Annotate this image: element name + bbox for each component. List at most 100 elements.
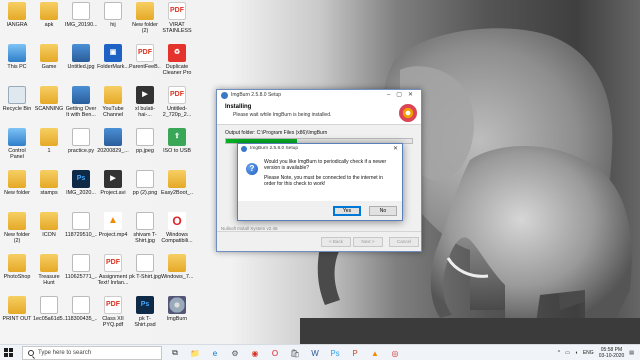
doc-icon bbox=[72, 2, 90, 20]
desktop-icon[interactable]: YouTube Channel Log... bbox=[97, 86, 129, 118]
vlc-icon[interactable]: ▲ bbox=[368, 347, 382, 359]
window-controls[interactable]: –▢✕ bbox=[387, 90, 419, 101]
desktop-icon[interactable]: Game bbox=[33, 44, 65, 70]
desktop-icon-label: Windows Compatibili... bbox=[161, 232, 193, 244]
desktop-icon[interactable]: PDF Assignment Text! Inrlan... bbox=[97, 254, 129, 286]
desktop-icon[interactable]: ▶ Project.avi bbox=[97, 170, 129, 196]
tray-chevron-icon[interactable]: ^ bbox=[558, 350, 560, 356]
question-icon: ? bbox=[246, 163, 258, 175]
desktop-icon[interactable]: Ps pk T-Shirt.psd bbox=[129, 296, 161, 328]
green-icon: ⇪ bbox=[168, 128, 186, 146]
desktop-icon-label: ImgBurn bbox=[166, 316, 188, 322]
desktop-icon[interactable]: practice.py bbox=[65, 128, 97, 154]
desktop-icon[interactable]: pp (2).png bbox=[129, 170, 161, 196]
desktop-icon[interactable]: PhotoShop bbox=[1, 254, 33, 280]
desktop-icon[interactable]: PDF VIRAT STAINLESS I... bbox=[161, 2, 193, 34]
imgburn-icon[interactable]: ◎ bbox=[388, 347, 402, 359]
desktop-icon[interactable]: 1 bbox=[33, 128, 65, 154]
word-icon[interactable]: W bbox=[308, 347, 322, 359]
setup-titlebar[interactable]: ImgBurn 2.5.8.0 Setup –▢✕ bbox=[217, 90, 421, 101]
desktop-icon[interactable]: ▲ Project.mp4 bbox=[97, 212, 129, 238]
chrome-icon[interactable]: ◉ bbox=[248, 347, 262, 359]
desktop-icon[interactable]: shivam T-Shirt.jpg bbox=[129, 212, 161, 244]
no-button[interactable]: No bbox=[369, 206, 397, 216]
volume-icon[interactable]: ◖ bbox=[575, 350, 578, 356]
desktop-icon[interactable]: PRINT OUT bbox=[1, 296, 33, 322]
desktop-icon[interactable]: Recycle Bin bbox=[1, 86, 33, 112]
desktop-icon[interactable]: 1ec05a61d5... bbox=[33, 296, 65, 322]
desktop-icon[interactable]: O Windows Compatibili... bbox=[161, 212, 193, 244]
desktop-icon[interactable]: Easy2Boot_... bbox=[161, 170, 193, 196]
desktop-icon-label: IANGRA bbox=[6, 22, 28, 28]
desktop-icon[interactable]: ♻ Duplicate Cleaner Pro bbox=[161, 44, 193, 76]
desktop-icon[interactable]: Treasure Hunt bbox=[33, 254, 65, 286]
cancel-button[interactable]: Cancel bbox=[389, 237, 419, 247]
windows-start-icon[interactable] bbox=[4, 348, 14, 358]
desktop-icon[interactable]: Control Panel bbox=[1, 128, 33, 160]
setup-header-subtitle: Please wait while ImgBurn is being insta… bbox=[233, 112, 332, 118]
desktop-icon[interactable]: IANGRA bbox=[1, 2, 33, 28]
desktop-icon[interactable]: hij bbox=[97, 2, 129, 28]
desktop-icon-label: Project.avi bbox=[100, 190, 126, 196]
desktop-icon[interactable]: ▣ FolderMark... bbox=[97, 44, 129, 70]
doc-icon bbox=[72, 212, 90, 230]
desktop-icon[interactable]: SCANNING bbox=[33, 86, 65, 112]
desktop-icon[interactable]: apk bbox=[33, 2, 65, 28]
desktop-icon[interactable]: IMG_20190... bbox=[65, 2, 97, 28]
folder-icon bbox=[40, 212, 58, 230]
desktop-icon[interactable]: 118300435_... bbox=[65, 296, 97, 322]
desktop-icon[interactable]: pp.jpeg bbox=[129, 128, 161, 154]
desktop-icon[interactable]: New folder (2) bbox=[1, 212, 33, 244]
file-explorer-icon[interactable]: 📁 bbox=[188, 347, 202, 359]
language-indicator[interactable]: ENG bbox=[583, 350, 594, 356]
desktop-icon[interactable]: stamps bbox=[33, 170, 65, 196]
disc-icon bbox=[168, 296, 186, 314]
desktop-icon[interactable]: New folder bbox=[1, 170, 33, 196]
store-icon[interactable]: 🛍 bbox=[288, 347, 302, 359]
desktop-icon[interactable]: Getting Over It with Ben... bbox=[65, 86, 97, 118]
settings-icon[interactable]: ⚙ bbox=[228, 347, 242, 359]
desktop-icon-label: pk T-Shirt.jpg bbox=[129, 274, 161, 280]
desktop-icon[interactable]: ImgBurn bbox=[161, 296, 193, 322]
desktop-icon-label: ICON bbox=[42, 232, 56, 238]
close-icon[interactable]: ✕ bbox=[393, 144, 398, 154]
desktop-icon[interactable]: 20200829_... bbox=[97, 128, 129, 154]
folder-icon bbox=[136, 2, 154, 20]
back-button[interactable]: < Back bbox=[321, 237, 351, 247]
dialog-titlebar[interactable]: ImgBurn 2.5.8.0 Setup ✕ bbox=[238, 144, 402, 154]
network-icon[interactable]: ▭ bbox=[565, 350, 570, 356]
desktop-icon[interactable]: PDF Class XII PYQ.pdf bbox=[97, 296, 129, 328]
desktop-icon[interactable]: pk T-Shirt.jpg bbox=[129, 254, 161, 280]
taskbar-search-box[interactable]: Type here to search bbox=[22, 346, 162, 360]
desktop-icon[interactable]: Windows_7... bbox=[161, 254, 193, 280]
edge-icon[interactable]: e bbox=[208, 347, 222, 359]
folder-icon bbox=[40, 44, 58, 62]
desktop-icon-label: 118729510_... bbox=[65, 232, 97, 238]
desktop-icon[interactable]: New folder (2) bbox=[129, 2, 161, 34]
desktop-icon-label: YouTube Channel Log... bbox=[102, 106, 124, 118]
desktop-icon[interactable]: ▶ xl bulati-hai-... bbox=[129, 86, 161, 118]
folder-icon bbox=[8, 212, 26, 230]
desktop-icon[interactable]: 118729510_... bbox=[65, 212, 97, 238]
desktop-icon-label: New folder bbox=[4, 190, 30, 196]
notifications-icon[interactable]: ▤ bbox=[629, 350, 634, 356]
update-check-dialog[interactable]: ImgBurn 2.5.8.0 Setup ✕ ? Would you like… bbox=[237, 143, 403, 221]
desktop-icon[interactable]: Untitled.jpg bbox=[65, 44, 97, 70]
desktop-icon-label: 1ec05a61d5... bbox=[33, 316, 65, 322]
desktop-icon[interactable]: Ps IMG_2020... bbox=[65, 170, 97, 196]
powerpoint-icon[interactable]: P bbox=[348, 347, 362, 359]
desktop-icon[interactable]: ⇪ ISO to USB bbox=[161, 128, 193, 154]
desktop-icon[interactable]: 110625771_... bbox=[65, 254, 97, 280]
desktop-icon-label: Untitled.jpg bbox=[67, 64, 95, 70]
photoshop-icon[interactable]: Ps bbox=[328, 347, 342, 359]
next-button[interactable]: Next > bbox=[353, 237, 383, 247]
opera-icon[interactable]: O bbox=[268, 347, 282, 359]
desktop-icon[interactable]: PDF ParentFeeB... bbox=[129, 44, 161, 70]
task-view-icon[interactable]: ⧉ bbox=[168, 347, 182, 359]
desktop-icon[interactable]: PDF Untitled-2_720p_2... bbox=[161, 86, 193, 118]
desktop-icon[interactable]: This PC bbox=[1, 44, 33, 70]
taskbar-clock[interactable]: 05:58 PM 03-10-2020 bbox=[599, 347, 625, 359]
yes-button[interactable]: Yes bbox=[333, 206, 361, 216]
desktop-icon-label: Project.mp4 bbox=[98, 232, 128, 238]
desktop-icon[interactable]: ICON bbox=[33, 212, 65, 238]
